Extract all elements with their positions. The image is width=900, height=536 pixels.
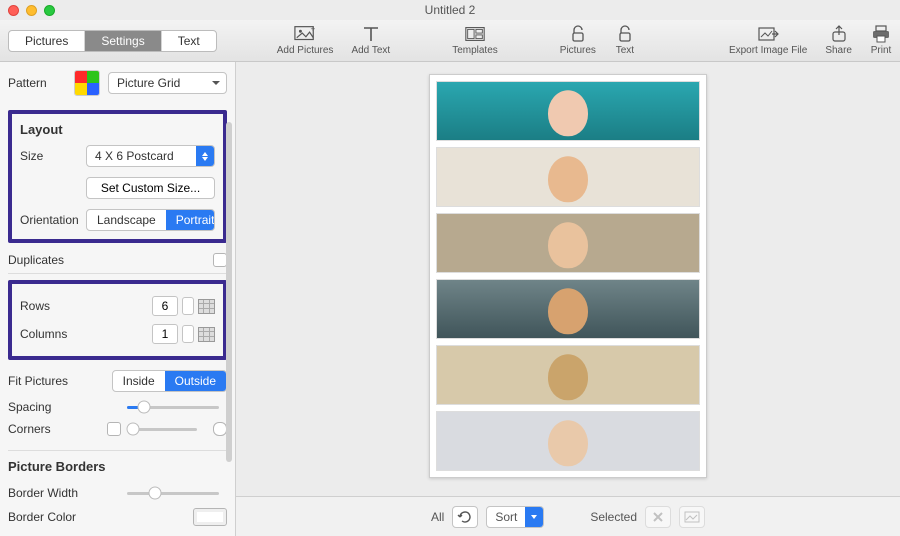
rows-label: Rows <box>20 299 50 313</box>
columns-stepper[interactable] <box>182 325 194 343</box>
corners-checkbox[interactable] <box>107 422 121 436</box>
tab-pictures[interactable]: Pictures <box>9 31 85 51</box>
grid-cell[interactable] <box>436 279 700 339</box>
border-width-slider[interactable] <box>127 492 219 495</box>
fit-outside[interactable]: Outside <box>165 371 226 391</box>
corners-preview-icon <box>213 422 227 436</box>
fit-label: Fit Pictures <box>8 374 68 388</box>
pictures-lock-button[interactable]: Pictures <box>560 25 596 56</box>
rows-input[interactable] <box>152 296 178 316</box>
zoom-window-button[interactable] <box>44 5 55 16</box>
selected-image-button[interactable] <box>679 506 705 528</box>
svg-text:+: + <box>311 25 316 33</box>
rotate-button[interactable] <box>452 506 478 528</box>
bottom-toolbar: All Sort Selected <box>236 496 900 536</box>
tab-settings[interactable]: Settings <box>85 31 161 51</box>
duplicates-checkbox[interactable] <box>213 253 227 267</box>
grid-cell[interactable] <box>436 411 700 471</box>
fit-toggle: Inside Outside <box>112 370 227 392</box>
templates-button[interactable]: Templates <box>452 25 498 56</box>
image-icon <box>684 511 700 523</box>
layout-title: Layout <box>20 122 215 137</box>
all-label: All <box>431 510 444 524</box>
spacing-label: Spacing <box>8 400 51 414</box>
columns-input[interactable] <box>152 324 178 344</box>
borders-title: Picture Borders <box>8 459 227 474</box>
grid-panel: Rows Columns <box>8 280 227 360</box>
corners-slider[interactable] <box>129 428 197 431</box>
toolbar-group-right: Export Image File Share Print <box>729 25 892 56</box>
grid-cell[interactable] <box>436 81 700 141</box>
delete-selected-button[interactable] <box>645 506 671 528</box>
custom-size-button[interactable]: Set Custom Size... <box>86 177 215 199</box>
columns-label: Columns <box>20 327 67 341</box>
window-title: Untitled 2 <box>425 3 476 17</box>
canvas-area: All Sort Selected <box>236 62 900 536</box>
minimize-window-button[interactable] <box>26 5 37 16</box>
x-icon <box>652 511 664 523</box>
add-text-button[interactable]: Add Text <box>351 25 390 56</box>
border-color-label: Border Color <box>8 510 76 524</box>
pattern-label: Pattern <box>8 76 66 90</box>
titlebar: Untitled 2 <box>0 0 900 20</box>
grid-cell[interactable] <box>436 147 700 207</box>
rows-grid-icon[interactable] <box>198 299 215 314</box>
sort-select[interactable]: Sort <box>486 506 544 528</box>
layout-panel: Layout Size 4 X 6 Postcard Set Custom Si… <box>8 110 227 243</box>
orientation-toggle: Landscape Portrait <box>86 209 215 231</box>
text-lock-button[interactable]: Text <box>614 25 636 56</box>
share-icon <box>828 25 850 43</box>
sidebar-scrollbar[interactable] <box>226 122 232 462</box>
toolbar-group-lock: Pictures Text <box>560 25 636 56</box>
selected-label: Selected <box>590 510 637 524</box>
orientation-landscape[interactable]: Landscape <box>87 210 166 230</box>
size-select[interactable]: 4 X 6 Postcard <box>86 145 215 167</box>
spacing-slider[interactable] <box>127 406 219 409</box>
templates-icon <box>464 25 486 43</box>
rows-stepper[interactable] <box>182 297 194 315</box>
close-window-button[interactable] <box>8 5 19 16</box>
border-width-label: Border Width <box>8 486 78 500</box>
add-pictures-button[interactable]: + Add Pictures <box>277 25 334 56</box>
image-plus-icon: + <box>294 25 316 43</box>
fit-inside[interactable]: Inside <box>113 371 165 391</box>
window-controls <box>8 5 55 16</box>
grid-cell[interactable] <box>436 213 700 273</box>
print-icon <box>870 25 892 43</box>
orientation-label: Orientation <box>20 213 78 227</box>
border-color-well[interactable] <box>193 508 227 526</box>
rotate-icon <box>457 510 473 524</box>
share-button[interactable]: Share <box>825 25 852 56</box>
columns-grid-icon[interactable] <box>198 327 215 342</box>
grid-cell[interactable] <box>436 345 700 405</box>
export-button[interactable]: Export Image File <box>729 25 807 56</box>
pattern-select[interactable]: Picture Grid <box>108 72 227 94</box>
tab-text[interactable]: Text <box>162 31 216 51</box>
view-tabs: Pictures Settings Text <box>8 30 217 52</box>
pattern-swatch-icon[interactable] <box>74 70 100 96</box>
orientation-portrait[interactable]: Portrait <box>166 210 215 230</box>
size-label: Size <box>20 149 78 163</box>
unlock-icon <box>567 25 589 43</box>
text-icon <box>360 25 382 43</box>
export-icon <box>757 25 779 43</box>
duplicates-label: Duplicates <box>8 253 64 267</box>
toolbar-group-left: + Add Pictures Add Text <box>277 25 390 56</box>
toolbar: Pictures Settings Text + Add Pictures Ad… <box>0 20 900 62</box>
unlock-icon <box>614 25 636 43</box>
settings-sidebar: Pattern Picture Grid Layout Size 4 X 6 P… <box>0 62 236 536</box>
print-button[interactable]: Print <box>870 25 892 56</box>
collage-page[interactable] <box>429 74 707 478</box>
corners-label: Corners <box>8 422 51 436</box>
